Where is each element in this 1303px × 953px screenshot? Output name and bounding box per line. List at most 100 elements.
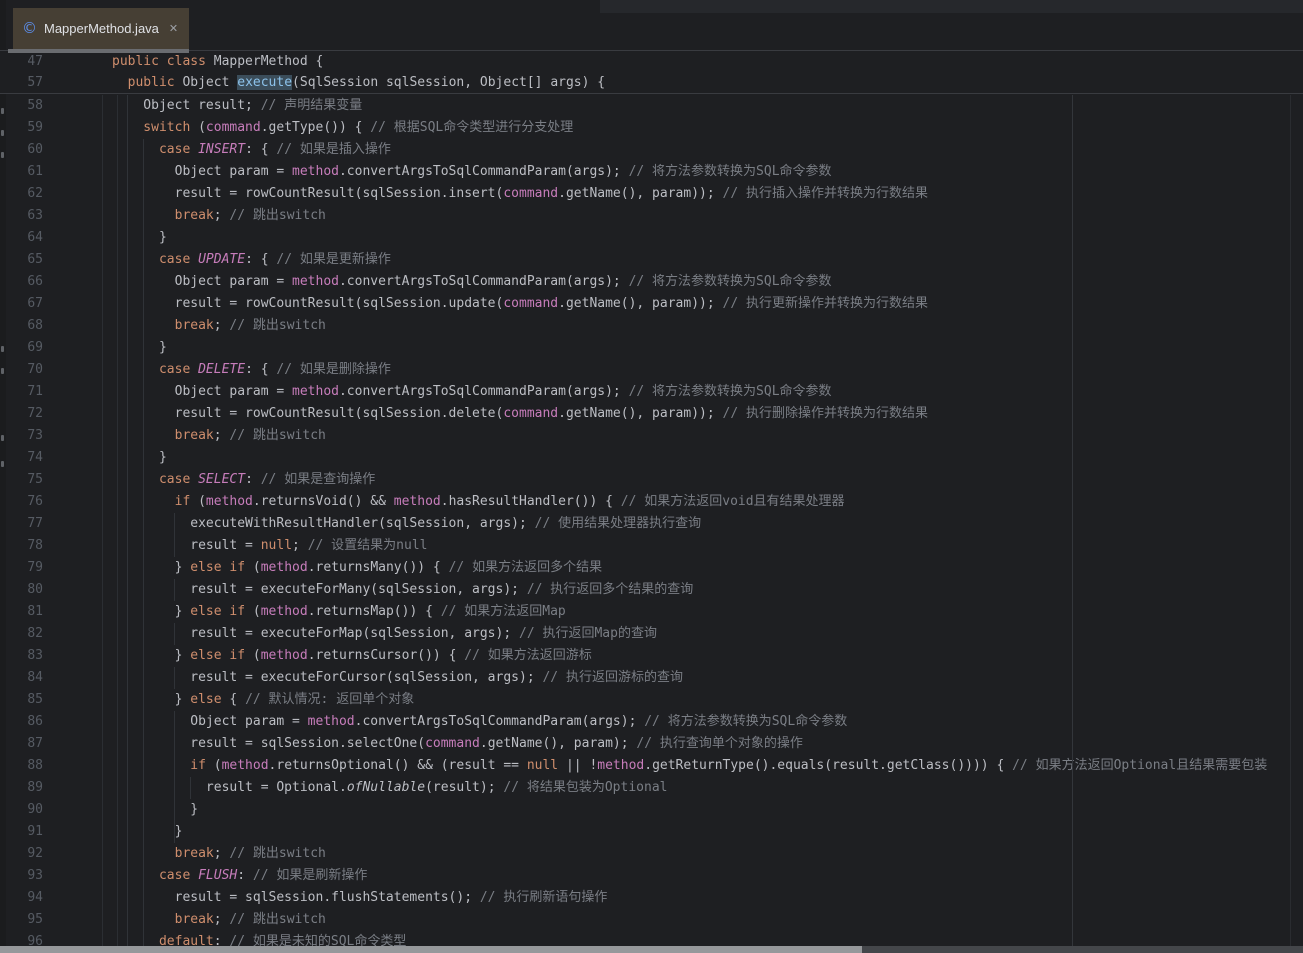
- code-text[interactable]: if (method.returnsOptional() && (result …: [112, 755, 1267, 777]
- line-number[interactable]: 82: [0, 623, 43, 645]
- line-number[interactable]: 63: [0, 205, 43, 227]
- code-line[interactable]: 75 case SELECT: // 如果是查询操作: [0, 469, 1303, 491]
- line-number[interactable]: 89: [0, 777, 43, 799]
- line-number[interactable]: 67: [0, 293, 43, 315]
- code-text[interactable]: break; // 跳出switch: [112, 205, 326, 227]
- code-line[interactable]: 74 }: [0, 447, 1303, 469]
- line-number[interactable]: 85: [0, 689, 43, 711]
- code-text[interactable]: case UPDATE: { // 如果是更新操作: [112, 249, 391, 271]
- code-line[interactable]: 68 break; // 跳出switch: [0, 315, 1303, 337]
- code-line[interactable]: 81 } else if (method.returnsMap()) { // …: [0, 601, 1303, 623]
- code-line[interactable]: 85 } else { // 默认情况: 返回单个对象: [0, 689, 1303, 711]
- code-text[interactable]: switch (command.getType()) { // 根据SQL命令类…: [112, 117, 573, 139]
- line-number[interactable]: 72: [0, 403, 43, 425]
- line-number[interactable]: 75: [0, 469, 43, 491]
- code-line[interactable]: 72 result = rowCountResult(sqlSession.de…: [0, 403, 1303, 425]
- code-line[interactable]: 71 Object param = method.convertArgsToSq…: [0, 381, 1303, 403]
- code-text[interactable]: public Object execute(SqlSession sqlSess…: [112, 72, 605, 93]
- code-line[interactable]: 58 Object result; // 声明结果变量: [0, 95, 1303, 117]
- line-number[interactable]: 68: [0, 315, 43, 337]
- code-line[interactable]: 64 }: [0, 227, 1303, 249]
- code-text[interactable]: Object param = method.convertArgsToSqlCo…: [112, 161, 832, 183]
- h-scrollbar-thumb[interactable]: [0, 946, 862, 953]
- code-text[interactable]: result = sqlSession.flushStatements(); /…: [112, 887, 607, 909]
- code-text[interactable]: case DELETE: { // 如果是删除操作: [112, 359, 391, 381]
- code-line[interactable]: 66 Object param = method.convertArgsToSq…: [0, 271, 1303, 293]
- code-line[interactable]: 60 case INSERT: { // 如果是插入操作: [0, 139, 1303, 161]
- code-line[interactable]: 91 }: [0, 821, 1303, 843]
- code-text[interactable]: }: [112, 447, 167, 469]
- code-text[interactable]: result = sqlSession.selectOne(command.ge…: [112, 733, 803, 755]
- line-number[interactable]: 62: [0, 183, 43, 205]
- code-text[interactable]: } else if (method.returnsMany()) { // 如果…: [112, 557, 602, 579]
- editor-tab-mappermethod[interactable]: © MapperMethod.java ✕: [13, 8, 189, 49]
- code-line[interactable]: 92 break; // 跳出switch: [0, 843, 1303, 865]
- code-line[interactable]: 95 break; // 跳出switch: [0, 909, 1303, 931]
- code-line[interactable]: 83 } else if (method.returnsCursor()) { …: [0, 645, 1303, 667]
- code-text[interactable]: break; // 跳出switch: [112, 425, 326, 447]
- line-number[interactable]: 57: [0, 72, 43, 93]
- line-number[interactable]: 95: [0, 909, 43, 931]
- code-text[interactable]: } else { // 默认情况: 返回单个对象: [112, 689, 414, 711]
- code-text[interactable]: Object param = method.convertArgsToSqlCo…: [112, 381, 832, 403]
- code-line[interactable]: 70 case DELETE: { // 如果是删除操作: [0, 359, 1303, 381]
- code-text[interactable]: case SELECT: // 如果是查询操作: [112, 469, 375, 491]
- line-number[interactable]: 59: [0, 117, 43, 139]
- code-line[interactable]: 89 result = Optional.ofNullable(result);…: [0, 777, 1303, 799]
- code-line[interactable]: 61 Object param = method.convertArgsToSq…: [0, 161, 1303, 183]
- line-number[interactable]: 76: [0, 491, 43, 513]
- code-text[interactable]: }: [112, 337, 167, 359]
- line-number[interactable]: 60: [0, 139, 43, 161]
- line-number[interactable]: 70: [0, 359, 43, 381]
- code-text[interactable]: result = null; // 设置结果为null: [112, 535, 427, 557]
- code-text[interactable]: if (method.returnsVoid() && method.hasRe…: [112, 491, 845, 513]
- code-line[interactable]: 86 Object param = method.convertArgsToSq…: [0, 711, 1303, 733]
- code-line[interactable]: 47 public class MapperMethod {: [0, 51, 1303, 72]
- line-number[interactable]: 78: [0, 535, 43, 557]
- code-text[interactable]: result = rowCountResult(sqlSession.inser…: [112, 183, 928, 205]
- line-number[interactable]: 58: [0, 95, 43, 117]
- code-line[interactable]: 84 result = executeForCursor(sqlSession,…: [0, 667, 1303, 689]
- line-number[interactable]: 92: [0, 843, 43, 865]
- code-line[interactable]: 57 public Object execute(SqlSession sqlS…: [0, 72, 1303, 93]
- code-text[interactable]: public class MapperMethod {: [112, 51, 323, 72]
- code-line[interactable]: 63 break; // 跳出switch: [0, 205, 1303, 227]
- code-line[interactable]: 93 case FLUSH: // 如果是刷新操作: [0, 865, 1303, 887]
- code-line[interactable]: 65 case UPDATE: { // 如果是更新操作: [0, 249, 1303, 271]
- code-line[interactable]: 76 if (method.returnsVoid() && method.ha…: [0, 491, 1303, 513]
- line-number[interactable]: 71: [0, 381, 43, 403]
- line-number[interactable]: 73: [0, 425, 43, 447]
- code-text[interactable]: result = executeForMap(sqlSession, args)…: [112, 623, 657, 645]
- line-number[interactable]: 65: [0, 249, 43, 271]
- code-text[interactable]: }: [112, 799, 198, 821]
- line-number[interactable]: 61: [0, 161, 43, 183]
- line-number[interactable]: 81: [0, 601, 43, 623]
- line-number[interactable]: 74: [0, 447, 43, 469]
- code-text[interactable]: break; // 跳出switch: [112, 315, 326, 337]
- code-line[interactable]: 77 executeWithResultHandler(sqlSession, …: [0, 513, 1303, 535]
- code-text[interactable]: result = executeForMany(sqlSession, args…: [112, 579, 693, 601]
- line-number[interactable]: 91: [0, 821, 43, 843]
- code-line[interactable]: 78 result = null; // 设置结果为null: [0, 535, 1303, 557]
- line-number[interactable]: 94: [0, 887, 43, 909]
- code-line[interactable]: 94 result = sqlSession.flushStatements()…: [0, 887, 1303, 909]
- code-line[interactable]: 62 result = rowCountResult(sqlSession.in…: [0, 183, 1303, 205]
- line-number[interactable]: 47: [0, 51, 43, 72]
- line-number[interactable]: 84: [0, 667, 43, 689]
- line-number[interactable]: 79: [0, 557, 43, 579]
- tab-strip-scrollbar[interactable]: [8, 49, 189, 53]
- code-line[interactable]: 90 }: [0, 799, 1303, 821]
- code-text[interactable]: } else if (method.returnsMap()) { // 如果方…: [112, 601, 566, 623]
- line-number[interactable]: 64: [0, 227, 43, 249]
- code-text[interactable]: Object result; // 声明结果变量: [112, 95, 362, 117]
- code-line[interactable]: 73 break; // 跳出switch: [0, 425, 1303, 447]
- line-number[interactable]: 77: [0, 513, 43, 535]
- code-text[interactable]: result = rowCountResult(sqlSession.updat…: [112, 293, 928, 315]
- line-number[interactable]: 69: [0, 337, 43, 359]
- code-text[interactable]: executeWithResultHandler(sqlSession, arg…: [112, 513, 701, 535]
- code-line[interactable]: 88 if (method.returnsOptional() && (resu…: [0, 755, 1303, 777]
- line-number[interactable]: 80: [0, 579, 43, 601]
- code-line[interactable]: 69 }: [0, 337, 1303, 359]
- code-text[interactable]: case FLUSH: // 如果是刷新操作: [112, 865, 367, 887]
- code-line[interactable]: 67 result = rowCountResult(sqlSession.up…: [0, 293, 1303, 315]
